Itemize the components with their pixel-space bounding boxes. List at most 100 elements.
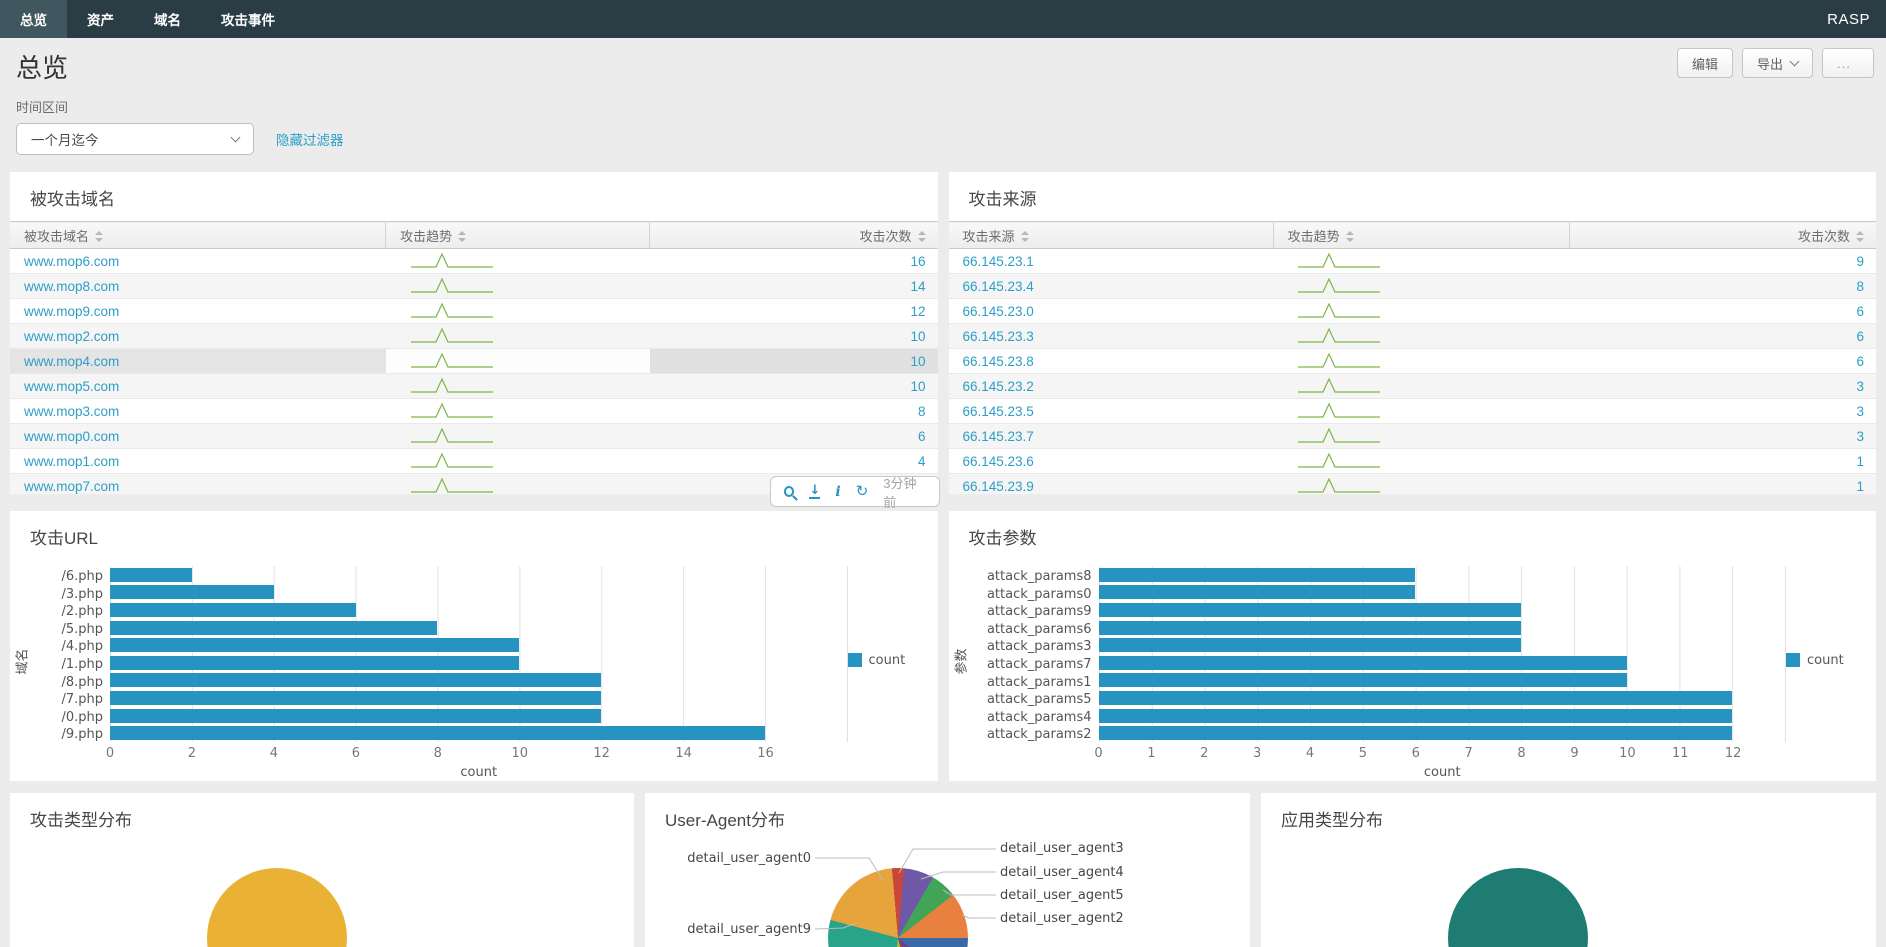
column-header[interactable]: 攻击来源: [949, 222, 1274, 249]
legend-item[interactable]: count: [848, 653, 906, 668]
user-agent-pie[interactable]: [828, 868, 968, 947]
table-row[interactable]: www.mop2.com 10: [10, 324, 938, 349]
row-name-link[interactable]: www.mop2.com: [24, 329, 119, 344]
table-row[interactable]: 66.145.23.8 6: [949, 349, 1877, 374]
row-count-link[interactable]: 3: [1856, 404, 1864, 419]
row-name-link[interactable]: www.mop8.com: [24, 279, 119, 294]
row-name-link[interactable]: 66.145.23.8: [963, 354, 1034, 369]
row-count-link[interactable]: 4: [918, 454, 926, 469]
bar[interactable]: [1099, 691, 1733, 705]
row-name-link[interactable]: www.mop5.com: [24, 379, 119, 394]
bar[interactable]: [110, 585, 274, 599]
time-range-select[interactable]: 一个月迄今: [16, 123, 254, 155]
table-row[interactable]: 66.145.23.4 8: [949, 274, 1877, 299]
edit-button[interactable]: 编辑: [1677, 48, 1733, 78]
bar[interactable]: [1099, 585, 1416, 599]
row-count-link[interactable]: 6: [1856, 354, 1864, 369]
table-row[interactable]: www.mop5.com 10: [10, 374, 938, 399]
bar[interactable]: [1099, 603, 1521, 617]
bar[interactable]: [110, 603, 356, 617]
table-row[interactable]: www.mop4.com 10: [10, 349, 938, 374]
row-name-link[interactable]: 66.145.23.3: [963, 329, 1034, 344]
bar[interactable]: [110, 656, 519, 670]
bar[interactable]: [1099, 709, 1733, 723]
row-count-link[interactable]: 6: [918, 429, 926, 444]
column-header[interactable]: 攻击次数: [650, 222, 938, 249]
row-count-link[interactable]: 10: [910, 379, 925, 394]
table-row[interactable]: 66.145.23.2 3: [949, 374, 1877, 399]
table-row[interactable]: www.mop6.com 16: [10, 249, 938, 274]
row-count-link[interactable]: 1: [1856, 479, 1864, 494]
row-count-link[interactable]: 12: [910, 304, 925, 319]
bar[interactable]: [110, 638, 519, 652]
row-count-link[interactable]: 14: [910, 279, 925, 294]
row-name-link[interactable]: 66.145.23.2: [963, 379, 1034, 394]
row-name-link[interactable]: 66.145.23.6: [963, 454, 1034, 469]
table-row[interactable]: 66.145.23.1 9: [949, 249, 1877, 274]
column-header[interactable]: 攻击趋势: [1273, 222, 1570, 249]
column-header[interactable]: 被攻击域名: [10, 222, 386, 249]
export-button[interactable]: 导出: [1742, 48, 1813, 78]
row-name-link[interactable]: 66.145.23.1: [963, 254, 1034, 269]
row-count-link[interactable]: 16: [910, 254, 925, 269]
row-name-link[interactable]: 66.145.23.0: [963, 304, 1034, 319]
column-header[interactable]: 攻击趋势: [386, 222, 650, 249]
row-name-link[interactable]: 66.145.23.5: [963, 404, 1034, 419]
app-type-pie[interactable]: [1448, 868, 1588, 947]
bar[interactable]: [110, 691, 601, 705]
table-row[interactable]: 66.145.23.6 1: [949, 449, 1877, 474]
table-row[interactable]: 66.145.23.7 3: [949, 424, 1877, 449]
bar[interactable]: [1099, 726, 1733, 740]
hide-filters-link[interactable]: 隐藏过滤器: [276, 129, 344, 149]
download-icon[interactable]: ↓: [809, 484, 820, 499]
row-count-link[interactable]: 10: [910, 354, 925, 369]
table-row[interactable]: 66.145.23.9 1: [949, 474, 1877, 495]
legend-item[interactable]: count: [1786, 653, 1844, 668]
refresh-icon[interactable]: ↻: [856, 484, 869, 499]
bar[interactable]: [1099, 656, 1627, 670]
row-count-link[interactable]: 6: [1856, 304, 1864, 319]
column-header[interactable]: 攻击次数: [1570, 222, 1876, 249]
row-count-link[interactable]: 6: [1856, 329, 1864, 344]
row-name-link[interactable]: www.mop6.com: [24, 254, 119, 269]
bar[interactable]: [110, 726, 765, 740]
table-row[interactable]: 66.145.23.5 3: [949, 399, 1877, 424]
row-name-link[interactable]: www.mop9.com: [24, 304, 119, 319]
row-count-link[interactable]: 3: [1856, 429, 1864, 444]
bar[interactable]: [1099, 673, 1627, 687]
row-name-link[interactable]: www.mop3.com: [24, 404, 119, 419]
bar[interactable]: [1099, 568, 1416, 582]
table-row[interactable]: www.mop1.com 4: [10, 449, 938, 474]
row-name-link[interactable]: 66.145.23.4: [963, 279, 1034, 294]
bar[interactable]: [110, 709, 601, 723]
row-name-link[interactable]: 66.145.23.9: [963, 479, 1034, 494]
row-count-link[interactable]: 9: [1856, 254, 1864, 269]
more-button[interactable]: ...: [1822, 48, 1874, 78]
row-name-link[interactable]: www.mop1.com: [24, 454, 119, 469]
row-name-link[interactable]: www.mop7.com: [24, 479, 119, 494]
nav-tab-资产[interactable]: 资产: [67, 0, 134, 38]
row-name-link[interactable]: 66.145.23.7: [963, 429, 1034, 444]
table-row[interactable]: www.mop0.com6: [10, 424, 938, 449]
attack-type-pie[interactable]: [207, 868, 347, 947]
bar[interactable]: [110, 673, 601, 687]
nav-tab-域名[interactable]: 域名: [134, 0, 201, 38]
row-count-link[interactable]: 8: [1856, 279, 1864, 294]
table-row[interactable]: 66.145.23.0 6: [949, 299, 1877, 324]
row-count-link[interactable]: 1: [1856, 454, 1864, 469]
row-name-link[interactable]: www.mop4.com: [24, 354, 119, 369]
bar[interactable]: [110, 568, 192, 582]
table-row[interactable]: www.mop3.com 8: [10, 399, 938, 424]
table-row[interactable]: 66.145.23.3 6: [949, 324, 1877, 349]
row-count-link[interactable]: 3: [1856, 379, 1864, 394]
table-row[interactable]: www.mop9.com 12: [10, 299, 938, 324]
search-icon[interactable]: [784, 486, 794, 497]
nav-tab-攻击事件[interactable]: 攻击事件: [201, 0, 295, 38]
bar[interactable]: [1099, 638, 1521, 652]
info-icon[interactable]: i: [835, 484, 840, 500]
nav-tab-总览[interactable]: 总览: [0, 0, 67, 38]
bar[interactable]: [1099, 621, 1521, 635]
row-count-link[interactable]: 8: [918, 404, 926, 419]
row-count-link[interactable]: 10: [910, 329, 925, 344]
table-row[interactable]: www.mop8.com 14: [10, 274, 938, 299]
